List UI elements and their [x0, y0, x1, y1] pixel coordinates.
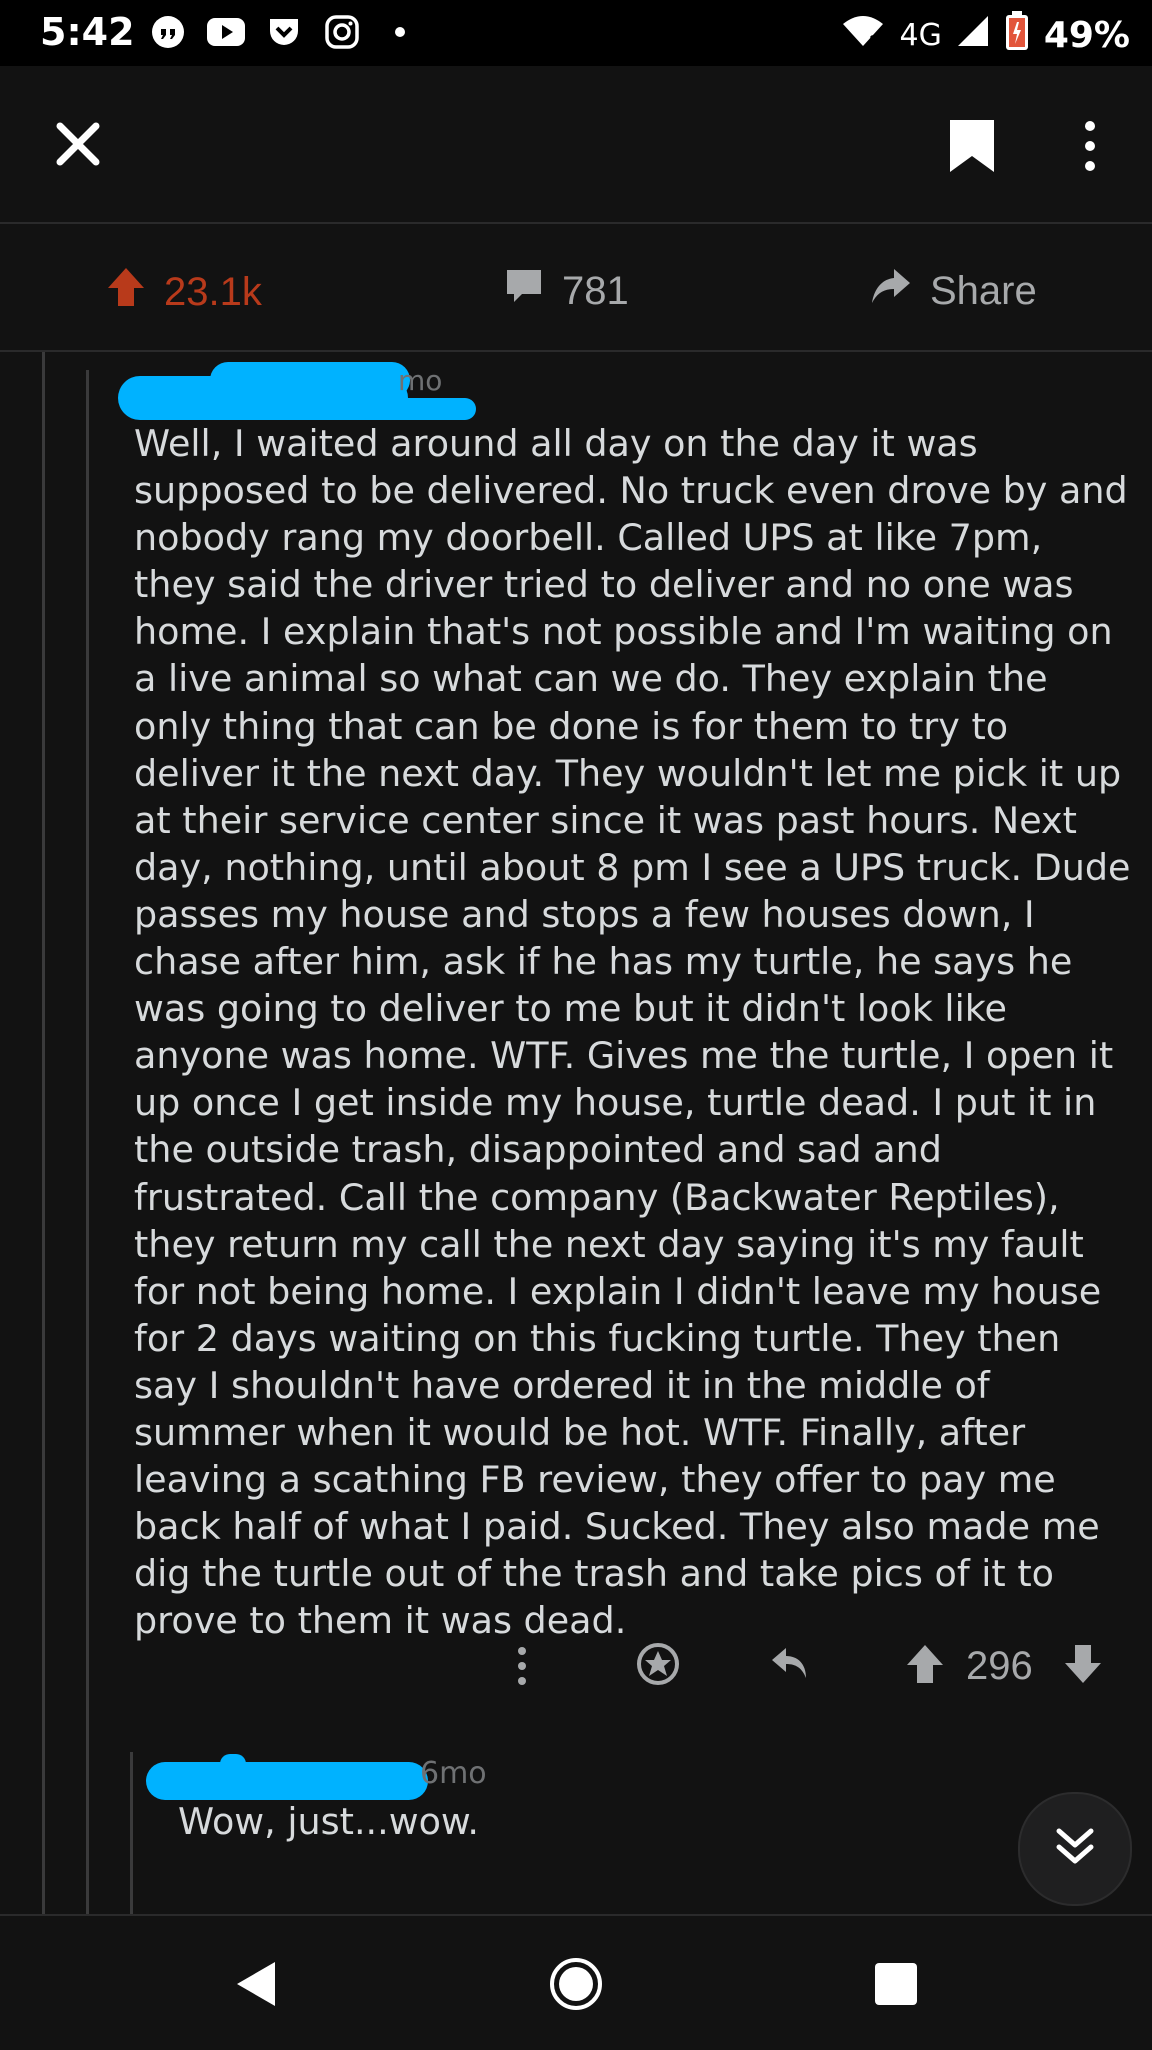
reply-thread-rail[interactable] [130, 1752, 133, 1914]
comment-bubble-icon [504, 266, 544, 316]
award-icon[interactable] [634, 1640, 682, 1688]
share-label: Share [930, 268, 1037, 313]
network-type: 4G [899, 18, 942, 53]
status-time: 5:42 [40, 10, 135, 54]
quote-icon [148, 12, 188, 52]
wifi-icon [841, 14, 885, 57]
reply-icon[interactable] [766, 1640, 814, 1688]
comment-actions: 296 [0, 1636, 1152, 1696]
notification-icons [148, 12, 420, 52]
battery-level: 49% [1043, 15, 1130, 56]
scroll-next-button[interactable] [1018, 1792, 1132, 1906]
comment-score: 296 [966, 1643, 1033, 1688]
signal-icon [956, 14, 990, 57]
comment-body: Well, I waited around all day on the day… [134, 422, 1131, 1643]
upvote-button[interactable]: 23.1k [106, 266, 262, 318]
comment-upvote-icon[interactable] [902, 1640, 948, 1688]
battery-icon [1004, 10, 1030, 61]
post-action-bar: 23.1k 781 Share [0, 224, 1152, 352]
recents-icon[interactable] [866, 1954, 926, 2014]
comment-meta: mo [398, 364, 443, 397]
youtube-icon [206, 12, 246, 52]
comment-downvote-icon[interactable] [1060, 1640, 1106, 1688]
dot-icon [380, 12, 420, 52]
upvote-arrow-icon [106, 266, 146, 318]
comment-count: 781 [562, 268, 629, 313]
back-icon[interactable] [226, 1954, 286, 2014]
upvote-count: 23.1k [164, 269, 262, 314]
bookmark-icon[interactable] [944, 116, 1000, 176]
share-button[interactable]: Share [870, 266, 1037, 316]
pocket-icon [264, 12, 304, 52]
comments-button[interactable]: 781 [504, 266, 629, 316]
more-vertical-icon[interactable] [1060, 116, 1120, 176]
instagram-icon [322, 12, 362, 52]
reply-meta: 6mo [420, 1756, 487, 1791]
status-bar: 5:42 4G 49% [0, 0, 1152, 66]
toolbar [0, 66, 1152, 224]
chevron-double-down-icon [1051, 1823, 1099, 1875]
system-icons: 4G 49% [841, 10, 1130, 61]
share-arrow-icon [870, 266, 912, 316]
close-icon[interactable] [48, 114, 108, 174]
home-icon[interactable] [546, 1954, 606, 2014]
reply-body: Wow, just...wow. [178, 1800, 480, 1843]
comment-thread: mo Well, I waited around all day on the … [0, 352, 1152, 1914]
navigation-bar [0, 1914, 1152, 2050]
comment-more-icon[interactable] [502, 1636, 542, 1696]
